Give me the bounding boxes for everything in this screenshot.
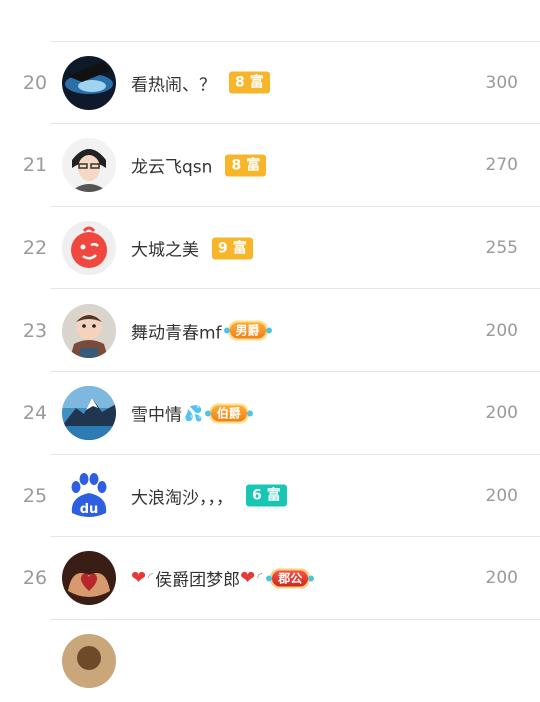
avatar[interactable] (62, 551, 116, 606)
heart-icon: ❤ (131, 567, 147, 589)
score: 200 (485, 485, 518, 506)
list-item[interactable]: 24 雪中情 💦 伯爵 200 (0, 372, 540, 455)
avatar[interactable] (62, 303, 116, 358)
list-item[interactable] (0, 620, 540, 702)
list-item[interactable]: 25 du 大浪淘沙，，， 6 富 200 (0, 455, 540, 538)
user-info: 雪中情 💦 伯爵 (131, 401, 253, 426)
rank-number: 23 (22, 319, 48, 342)
decoration-icon: ◜ (148, 570, 154, 586)
noble-rank-badge: 伯爵 (204, 403, 253, 424)
score: 200 (485, 403, 518, 424)
user-info: 舞动青春mf 男爵 (131, 318, 272, 343)
rank-number: 26 (22, 567, 48, 590)
user-info: 大城之美 9 富 (131, 236, 253, 261)
rank-number: 22 (22, 237, 48, 260)
rank-number: 24 (22, 402, 48, 425)
rank-number: 25 (22, 484, 48, 507)
wealth-badge: 8 富 (225, 154, 267, 177)
username[interactable]: 龙云飞qsn (131, 153, 212, 178)
user-info: 大浪淘沙，，， 6 富 (131, 483, 287, 508)
username[interactable]: 雪中情 (131, 401, 182, 426)
wealth-badge: 8 富 (229, 71, 270, 94)
ranking-list: 20 看热闹、？ 8 富 300 21 龙云飞qsn 8 富 270 22 大城… (0, 0, 540, 702)
score: 200 (485, 320, 518, 341)
avatar[interactable] (62, 55, 116, 110)
username[interactable]: 看热闹、？ (131, 70, 216, 95)
user-info: ❤ ◜ 侯爵团梦郎 ❤ ◜ 郡公 (131, 566, 315, 591)
wealth-badge: 9 富 (212, 237, 253, 260)
avatar[interactable] (62, 221, 116, 276)
rank-number: 20 (22, 71, 48, 94)
score: 200 (485, 568, 518, 589)
avatar[interactable] (62, 634, 116, 689)
list-item[interactable]: 20 看热闹、？ 8 富 300 (0, 42, 540, 125)
username[interactable]: 舞动青春mf (131, 318, 222, 343)
user-info: 看热闹、？ 8 富 (131, 70, 270, 95)
list-item[interactable] (0, 0, 540, 42)
svg-text:du: du (80, 502, 99, 517)
heart-icon: ❤ (240, 567, 256, 589)
rank-number: 21 (22, 154, 48, 177)
water-drops-icon: 💦 (184, 404, 203, 423)
score: 255 (485, 238, 518, 259)
noble-rank-badge: 郡公 (266, 568, 315, 589)
decoration-icon: ◜ (257, 570, 263, 586)
list-item[interactable]: 26 ❤ ◜ 侯爵团梦郎 ❤ ◜ 郡公 200 (0, 537, 540, 620)
avatar[interactable] (62, 138, 116, 193)
avatar[interactable] (62, 386, 116, 441)
wealth-badge: 6 富 (246, 484, 287, 507)
username[interactable]: 侯爵团梦郎 (155, 566, 240, 591)
user-info: 龙云飞qsn 8 富 (131, 153, 267, 178)
list-item[interactable]: 22 大城之美 9 富 255 (0, 207, 540, 290)
list-item[interactable]: 23 舞动青春mf 男爵 200 (0, 289, 540, 372)
score: 270 (485, 155, 518, 176)
username[interactable]: 大城之美 (131, 236, 199, 261)
avatar[interactable]: du (62, 468, 116, 523)
list-item[interactable]: 21 龙云飞qsn 8 富 270 (0, 124, 540, 207)
score: 300 (485, 72, 518, 93)
noble-rank-badge: 男爵 (223, 320, 272, 341)
username[interactable]: 大浪淘沙，，， (131, 483, 233, 508)
